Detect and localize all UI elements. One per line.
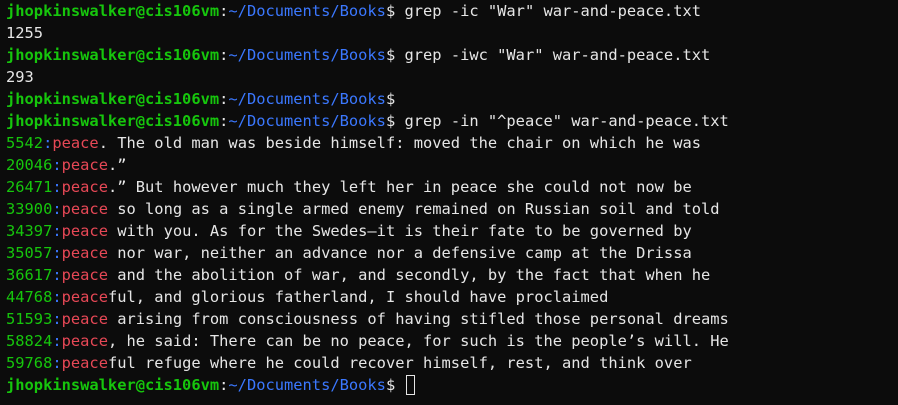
line-separator: : (52, 332, 62, 350)
line-separator: : (52, 156, 62, 174)
line-separator: : (43, 134, 53, 152)
match-highlight: peace (61, 310, 108, 328)
match-highlight: peace (61, 178, 108, 196)
prompt-colon: : (219, 376, 229, 394)
grep-result-line: 20046:peace.” (0, 154, 898, 176)
prompt-user-host: jhopkinswalker@cis106vm (6, 2, 220, 20)
line-text: nor war, neither an advance nor a defens… (107, 244, 692, 262)
line-number: 44768 (6, 288, 53, 306)
line-separator: : (52, 288, 62, 306)
command-text: grep -ic "War" war-and-peace.txt (404, 2, 701, 20)
prompt-line: jhopkinswalker@cis106vm:~/Documents/Book… (0, 0, 898, 22)
match-highlight: peace (61, 244, 108, 262)
line-separator: : (52, 178, 62, 196)
prompt-path: ~/Documents/Books (228, 90, 386, 108)
line-text: arising from consciousness of having sti… (107, 310, 729, 328)
grep-result-line: 26471:peace.” But however much they left… (0, 176, 898, 198)
match-highlight: peace (61, 354, 108, 372)
line-separator: : (52, 310, 62, 328)
line-number: 20046 (6, 156, 53, 174)
command-text: grep -in "^peace" war-and-peace.txt (404, 112, 729, 130)
prompt-colon: : (219, 112, 229, 130)
grep-result-line: 58824:peace, he said: There can be no pe… (0, 330, 898, 352)
prompt-colon: : (219, 46, 229, 64)
grep-result-line: 59768:peaceful refuge where he could rec… (0, 352, 898, 374)
prompt-path: ~/Documents/Books (228, 376, 386, 394)
prompt-colon: : (219, 90, 229, 108)
match-highlight: peace (61, 200, 108, 218)
line-number: 26471 (6, 178, 53, 196)
prompt-line: jhopkinswalker@cis106vm:~/Documents/Book… (0, 44, 898, 66)
grep-result-line: 44768:peaceful, and glorious fatherland,… (0, 286, 898, 308)
line-number: 5542 (6, 134, 44, 152)
grep-result-line: 36617:peace and the abolition of war, an… (0, 264, 898, 286)
prompt-colon: : (219, 2, 229, 20)
prompt-dollar: $ (385, 2, 405, 20)
line-text: with you. As for the Swedes—it is their … (107, 222, 692, 240)
prompt-dollar: $ (385, 46, 405, 64)
output-line: 293 (0, 66, 898, 88)
line-text: so long as a single armed enemy remained… (107, 200, 720, 218)
line-text: . The old man was beside himself: moved … (98, 134, 701, 152)
line-number: 51593 (6, 310, 53, 328)
grep-result-line: 33900:peace so long as a single armed en… (0, 198, 898, 220)
match-highlight: peace (61, 156, 108, 174)
prompt-line: jhopkinswalker@cis106vm:~/Documents/Book… (0, 374, 898, 396)
grep-result-line: 5542:peace. The old man was beside himse… (0, 132, 898, 154)
prompt-user-host: jhopkinswalker@cis106vm (6, 90, 220, 108)
line-text: ful refuge where he could recover himsel… (107, 354, 692, 372)
prompt-path: ~/Documents/Books (228, 2, 386, 20)
prompt-path: ~/Documents/Books (228, 112, 386, 130)
line-text: .” (107, 156, 127, 174)
line-text: .” But however much they left her in pea… (107, 178, 692, 196)
match-highlight: peace (61, 266, 108, 284)
prompt-user-host: jhopkinswalker@cis106vm (6, 376, 220, 394)
prompt-line: jhopkinswalker@cis106vm:~/Documents/Book… (0, 110, 898, 132)
line-separator: : (52, 266, 62, 284)
match-highlight: peace (61, 332, 108, 350)
command-text: grep -iwc "War" war-and-peace.txt (404, 46, 711, 64)
line-separator: : (52, 354, 62, 372)
prompt-dollar: $ (385, 90, 405, 108)
prompt-dollar: $ (385, 376, 405, 394)
line-number: 34397 (6, 222, 53, 240)
line-number: 33900 (6, 200, 53, 218)
line-number: 59768 (6, 354, 53, 372)
line-separator: : (52, 244, 62, 262)
prompt-path: ~/Documents/Books (228, 46, 386, 64)
grep-result-line: 34397:peace with you. As for the Swedes—… (0, 220, 898, 242)
line-number: 58824 (6, 332, 53, 350)
match-highlight: peace (61, 288, 108, 306)
line-separator: : (52, 222, 62, 240)
match-highlight: peace (52, 134, 99, 152)
match-highlight: peace (61, 222, 108, 240)
prompt-user-host: jhopkinswalker@cis106vm (6, 46, 220, 64)
prompt-line: jhopkinswalker@cis106vm:~/Documents/Book… (0, 88, 898, 110)
output-text: 293 (6, 68, 34, 86)
grep-result-line: 35057:peace nor war, neither an advance … (0, 242, 898, 264)
terminal-window[interactable]: jhopkinswalker@cis106vm:~/Documents/Book… (0, 0, 898, 405)
line-number: 36617 (6, 266, 53, 284)
line-text: ful, and glorious fatherland, I should h… (107, 288, 609, 306)
text-cursor[interactable] (406, 375, 416, 395)
prompt-dollar: $ (385, 112, 405, 130)
output-text: 1255 (6, 24, 44, 42)
line-number: 35057 (6, 244, 53, 262)
output-line: 1255 (0, 22, 898, 44)
prompt-user-host: jhopkinswalker@cis106vm (6, 112, 220, 130)
line-text: and the abolition of war, and secondly, … (107, 266, 711, 284)
line-text: , he said: There can be no peace, for su… (107, 332, 729, 350)
line-separator: : (52, 200, 62, 218)
grep-result-line: 51593:peace arising from consciousness o… (0, 308, 898, 330)
